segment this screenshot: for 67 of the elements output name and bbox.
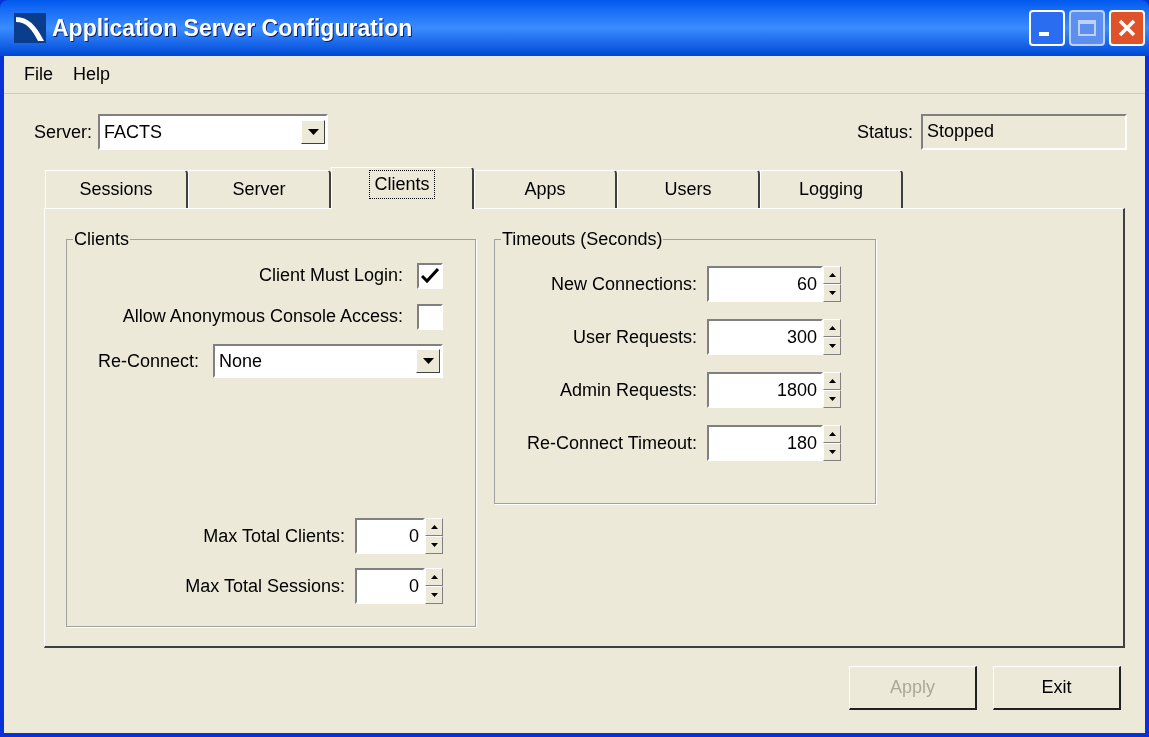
number-field[interactable]: 60 bbox=[707, 266, 823, 302]
tab[interactable]: Server bbox=[188, 170, 331, 208]
tab[interactable]: Sessions bbox=[45, 170, 188, 208]
close-button[interactable] bbox=[1109, 10, 1145, 46]
checkbox[interactable] bbox=[417, 303, 443, 330]
status-field: Stopped bbox=[921, 114, 1127, 150]
down-arrow-icon bbox=[828, 344, 836, 348]
field-label: Re-Connect Timeout: bbox=[526, 431, 697, 455]
up-arrow-icon bbox=[828, 326, 836, 330]
dialog-button[interactable]: Exit bbox=[993, 666, 1121, 710]
maximize-icon bbox=[1078, 20, 1096, 36]
tab[interactable]: Apps bbox=[474, 170, 617, 208]
tab[interactable]: Clients bbox=[331, 167, 474, 209]
number-field[interactable]: 0 bbox=[355, 518, 425, 554]
server-dropdown[interactable]: FACTS bbox=[98, 114, 329, 150]
down-arrow-icon bbox=[828, 397, 836, 401]
up-arrow-icon bbox=[828, 432, 836, 436]
app-logo-icon bbox=[14, 13, 46, 43]
field-label: Max Total Clients: bbox=[203, 524, 345, 548]
tab[interactable]: Users bbox=[617, 170, 760, 208]
menu-item[interactable]: Help bbox=[73, 61, 111, 88]
up-arrow-icon bbox=[828, 379, 836, 383]
spin-up-button[interactable] bbox=[425, 518, 443, 536]
minimize-icon bbox=[1039, 32, 1049, 36]
down-arrow-icon bbox=[430, 543, 438, 547]
spin-down-button[interactable] bbox=[823, 337, 841, 355]
down-arrow-icon bbox=[828, 450, 836, 454]
number-field[interactable]: 0 bbox=[355, 568, 425, 604]
spin-down-button[interactable] bbox=[823, 284, 841, 302]
check-icon bbox=[421, 267, 439, 284]
spin-up-button[interactable] bbox=[425, 568, 443, 586]
field-label: Allow Anonymous Console Access: bbox=[122, 305, 403, 328]
field-label: Client Must Login: bbox=[258, 264, 403, 287]
spin-up-button[interactable] bbox=[823, 425, 841, 443]
field-label: Max Total Sessions: bbox=[185, 574, 345, 598]
spin-down-button[interactable] bbox=[823, 390, 841, 408]
spin-up-button[interactable] bbox=[823, 372, 841, 390]
up-arrow-icon bbox=[430, 575, 438, 579]
spin-up-button[interactable] bbox=[823, 266, 841, 284]
spin-up-button[interactable] bbox=[823, 319, 841, 337]
number-field[interactable]: 300 bbox=[707, 319, 823, 355]
caret-icon bbox=[422, 358, 434, 364]
spin-down-button[interactable] bbox=[425, 536, 443, 554]
reconnect-dropdown[interactable]: None bbox=[213, 344, 443, 378]
down-arrow-icon bbox=[430, 593, 438, 597]
window-title: Application Server Configuration bbox=[52, 13, 413, 43]
minimize-button[interactable] bbox=[1029, 10, 1065, 46]
dropdown-button[interactable] bbox=[416, 349, 440, 373]
field-label: Re-Connect: bbox=[97, 349, 199, 373]
field-label: Status: bbox=[856, 120, 913, 144]
field-label: Admin Requests: bbox=[559, 378, 697, 402]
field-label: New Connections: bbox=[550, 272, 697, 296]
number-field[interactable]: 180 bbox=[707, 425, 823, 461]
caret-icon bbox=[307, 129, 319, 135]
spin-down-button[interactable] bbox=[425, 586, 443, 604]
dropdown-button[interactable] bbox=[301, 120, 326, 144]
close-icon bbox=[1118, 19, 1136, 37]
menu-item[interactable]: File bbox=[24, 61, 53, 88]
spin-down-button[interactable] bbox=[823, 443, 841, 461]
down-arrow-icon bbox=[828, 291, 836, 295]
number-field[interactable]: 1800 bbox=[707, 372, 823, 408]
up-arrow-icon bbox=[430, 525, 438, 529]
up-arrow-icon bbox=[828, 273, 836, 277]
field-label: User Requests: bbox=[572, 325, 697, 349]
tab[interactable]: Logging bbox=[760, 170, 903, 208]
checkbox[interactable] bbox=[417, 262, 443, 289]
field-label: Server: bbox=[34, 120, 93, 144]
